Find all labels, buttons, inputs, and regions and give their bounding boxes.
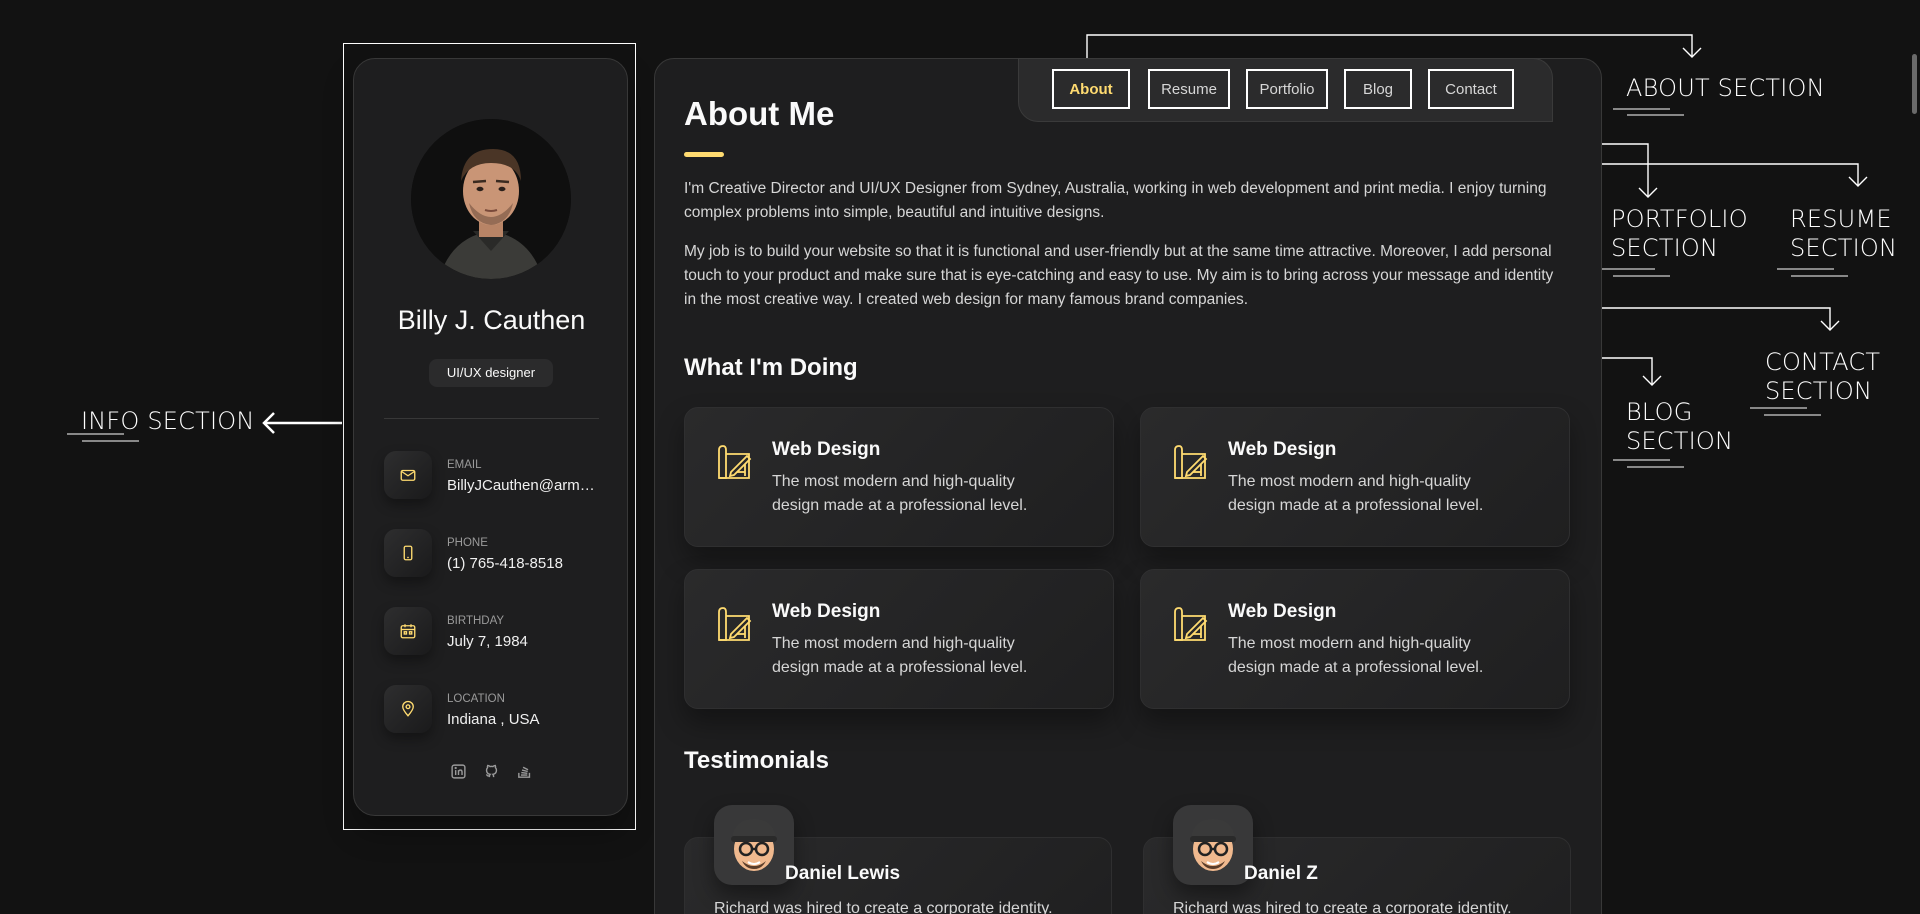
github-icon[interactable] — [483, 763, 500, 780]
testimonial-text: Richard was hired to create a corporate … — [714, 900, 1053, 914]
annotation-about-section: ABOUT SECTION — [1626, 74, 1825, 102]
location-pin-icon — [384, 685, 432, 733]
service-card: Web Design The most modern and high-qual… — [1140, 407, 1570, 547]
design-pencil-icon — [1174, 607, 1208, 641]
service-card: Web Design The most modern and high-qual… — [684, 569, 1114, 709]
service-card: Web Design The most modern and high-qual… — [684, 407, 1114, 547]
page-title: About Me — [684, 95, 835, 132]
design-pencil-icon — [1174, 445, 1208, 479]
profile-avatar — [411, 119, 571, 279]
contact-email: EMAIL BillyJCauthen@arm… — [384, 451, 614, 499]
nav-portfolio-button[interactable]: Portfolio — [1246, 69, 1328, 109]
linkedin-icon[interactable] — [450, 763, 467, 780]
title-underline — [684, 152, 724, 157]
contact-location: LOCATION Indiana , USA — [384, 685, 614, 733]
nav-about-button[interactable]: About — [1052, 69, 1130, 109]
email-link[interactable]: BillyJCauthen@arm… — [447, 477, 597, 494]
annotation-portfolio-section: PORTFOLIO SECTION — [1611, 205, 1748, 262]
testimonial-name: Daniel Lewis — [785, 863, 901, 884]
page-scrollbar[interactable] — [1912, 54, 1917, 114]
calendar-icon — [384, 607, 432, 655]
testimonial-avatar — [714, 805, 794, 885]
annotation-contact-section: CONTACT SECTION — [1765, 348, 1881, 405]
nav-resume-button[interactable]: Resume — [1148, 69, 1230, 109]
navbar: About Resume Portfolio Blog Contact — [1018, 58, 1553, 122]
about-paragraph-2: My job is to build your website so that … — [684, 243, 1554, 308]
contact-phone: PHONE (1) 765-418-8518 — [384, 529, 614, 577]
testimonials-heading: Testimonials — [684, 747, 829, 774]
nav-blog-button[interactable]: Blog — [1344, 69, 1412, 109]
phone-link[interactable]: (1) 765-418-8518 — [447, 555, 597, 572]
testimonial-text: Richard was hired to create a corporate … — [1173, 900, 1512, 914]
nav-contact-button[interactable]: Contact — [1428, 69, 1514, 109]
social-links — [354, 763, 629, 780]
mail-icon — [384, 451, 432, 499]
profile-title-badge: UI/UX designer — [429, 359, 553, 387]
main-content: About Resume Portfolio Blog Contact Abou… — [654, 58, 1602, 914]
annotation-info-section: INFO SECTION — [81, 407, 255, 435]
profile-name: Billy J. Cauthen — [397, 305, 586, 335]
annotation-blog-section: BLOG SECTION — [1626, 398, 1734, 455]
phone-icon — [384, 529, 432, 577]
about-paragraph-1: I'm Creative Director and UI/UX Designer… — [684, 180, 1547, 221]
contact-birthday: BIRTHDAY July 7, 1984 — [384, 607, 614, 655]
testimonial-name: Daniel Z — [1244, 863, 1318, 884]
info-section: Billy J. Cauthen UI/UX designer EMAIL Bi… — [353, 58, 628, 816]
services-heading: What I'm Doing — [684, 354, 858, 381]
testimonial-avatar — [1173, 805, 1253, 885]
sidebar-divider — [384, 418, 599, 419]
design-pencil-icon — [718, 607, 752, 641]
design-pencil-icon — [718, 445, 752, 479]
service-card: Web Design The most modern and high-qual… — [1140, 569, 1570, 709]
stackoverflow-icon[interactable] — [516, 763, 533, 780]
annotation-resume-section: RESUME SECTION — [1790, 205, 1898, 262]
